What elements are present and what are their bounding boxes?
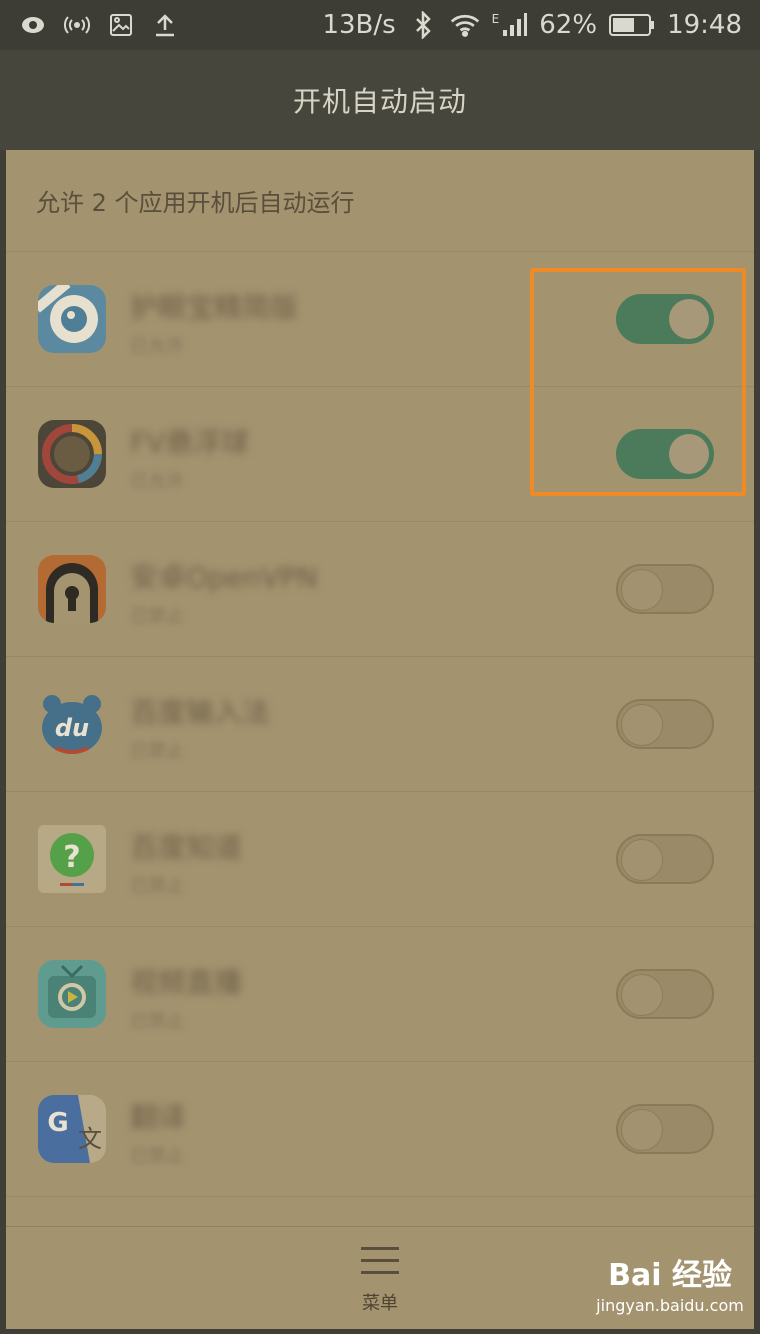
toggle-knob bbox=[621, 839, 663, 881]
app-name: 安卓OpenVPN bbox=[130, 561, 318, 594]
network-type: E bbox=[491, 12, 500, 26]
eye-icon bbox=[18, 10, 48, 40]
app-name: 百度知道 bbox=[130, 831, 243, 864]
list-item[interactable]: G文 翻译 已禁止 bbox=[6, 1062, 754, 1197]
svg-text:文: 文 bbox=[78, 1125, 102, 1153]
app-name: 翻译 bbox=[130, 1101, 187, 1134]
list-item[interactable]: 视频直播 已禁止 bbox=[6, 927, 754, 1062]
network-speed: 13B/s bbox=[322, 10, 396, 40]
autostart-toggle[interactable] bbox=[616, 1104, 714, 1154]
app-name: 护眼宝精简版 bbox=[130, 291, 299, 324]
app-status: 已允许 bbox=[130, 336, 184, 357]
toggle-knob bbox=[621, 974, 663, 1016]
page-title: 开机自动启动 bbox=[292, 85, 467, 118]
autostart-toggle[interactable] bbox=[616, 969, 714, 1019]
du-app-icon: du bbox=[38, 690, 106, 758]
baidu-jingyan-watermark: Bai 经验 jingyan.baidu.com bbox=[580, 1250, 760, 1320]
app-name: 视频直播 bbox=[130, 966, 243, 999]
svg-text:du: du bbox=[55, 714, 89, 742]
toggle-knob bbox=[621, 569, 663, 611]
clock: 19:48 bbox=[667, 10, 742, 40]
toggle-knob bbox=[669, 434, 709, 474]
app-name: FV悬浮球 bbox=[130, 426, 250, 459]
wifi-icon bbox=[450, 10, 480, 40]
app-status: 已禁止 bbox=[130, 1011, 184, 1032]
ball-app-icon bbox=[38, 420, 106, 488]
summary-text: 允许 2 个应用开机后自动运行 bbox=[6, 150, 754, 252]
bluetooth-icon bbox=[408, 10, 438, 40]
upload-icon bbox=[150, 10, 180, 40]
watermark-brand: Bai 经验 bbox=[608, 1258, 732, 1293]
signal-icon: E bbox=[492, 12, 528, 38]
list-item[interactable]: 安卓OpenVPN 已禁止 bbox=[6, 522, 754, 657]
app-status: 已禁止 bbox=[130, 876, 184, 897]
svg-text:G: G bbox=[47, 1108, 68, 1138]
toggle-knob bbox=[669, 299, 709, 339]
app-status: 已禁止 bbox=[130, 1146, 184, 1167]
app-name: 百度输入法 bbox=[130, 696, 271, 729]
translate-app-icon: G文 bbox=[38, 1095, 106, 1163]
app-status: 已禁止 bbox=[130, 606, 184, 627]
menu-icon bbox=[361, 1247, 399, 1283]
list-item[interactable]: FV悬浮球 已允许 bbox=[6, 387, 754, 522]
zhidao-app-icon: ? bbox=[38, 825, 106, 893]
list-item[interactable]: ? 百度知道 已禁止 bbox=[6, 792, 754, 927]
page-title-bar: 开机自动启动 bbox=[0, 50, 760, 150]
eye-app-icon bbox=[38, 285, 106, 353]
app-list-panel: 允许 2 个应用开机后自动运行 护眼宝精简版 已允许 FV悬浮球 已允许 安卓O… bbox=[6, 150, 754, 1226]
app-status: 已允许 bbox=[130, 471, 184, 492]
menu-button[interactable]: 菜单 bbox=[330, 1237, 430, 1327]
toggle-knob bbox=[621, 1109, 663, 1151]
battery-percent: 62% bbox=[539, 10, 598, 40]
autostart-toggle[interactable] bbox=[616, 294, 714, 344]
svg-text:?: ? bbox=[63, 840, 80, 875]
status-bar: 13B/s E 62% 19:48 bbox=[0, 0, 760, 50]
list-item[interactable]: 护眼宝精简版 已允许 bbox=[6, 252, 754, 387]
list-item[interactable]: du 百度输入法 已禁止 bbox=[6, 657, 754, 792]
tv-app-icon bbox=[38, 960, 106, 1028]
autostart-toggle[interactable] bbox=[616, 699, 714, 749]
autostart-toggle[interactable] bbox=[616, 564, 714, 614]
autostart-toggle[interactable] bbox=[616, 834, 714, 884]
hotspot-icon bbox=[62, 10, 92, 40]
app-status: 已禁止 bbox=[130, 741, 184, 762]
battery-icon bbox=[609, 10, 655, 40]
image-icon bbox=[106, 10, 136, 40]
menu-label: 菜单 bbox=[362, 1293, 398, 1314]
autostart-toggle[interactable] bbox=[616, 429, 714, 479]
watermark-url: jingyan.baidu.com bbox=[596, 1296, 744, 1315]
toggle-knob bbox=[621, 704, 663, 746]
vpn-app-icon bbox=[38, 555, 106, 623]
